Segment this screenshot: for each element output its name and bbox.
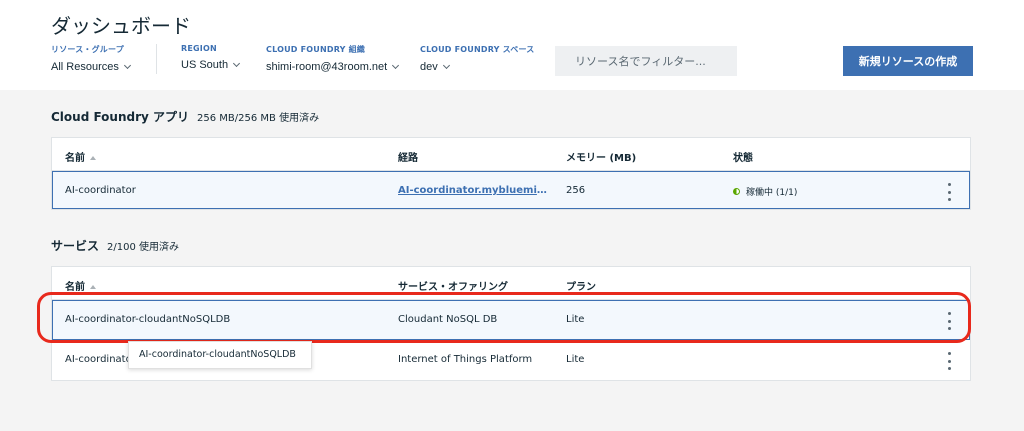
sort-ascending-icon <box>90 285 96 289</box>
app-status-label: 稼働中 (1/1) <box>746 188 798 198</box>
running-status-icon <box>733 188 740 195</box>
cf-org-value: shimi-room@43room.net <box>266 61 388 73</box>
cf-space-filter[interactable]: CLOUD FOUNDRY スペース dev <box>420 44 534 76</box>
column-header-name[interactable]: 名前 <box>65 149 96 164</box>
name-tooltip: AI-coordinator-cloudantNoSQLDB <box>128 341 312 369</box>
apps-usage: 256 MB/256 MB 使用済み <box>197 113 320 124</box>
filter-divider <box>156 44 157 74</box>
column-header-name[interactable]: 名前 <box>65 278 96 293</box>
overflow-menu-icon[interactable] <box>944 352 954 370</box>
service-name[interactable]: AI-coordinator-cloudantNoSQLDB <box>65 314 230 325</box>
apps-table: 名前 経路 メモリー (MB) 状態 AI-coordinator AI-coo… <box>51 137 971 210</box>
resource-filter-input[interactable] <box>555 46 737 76</box>
overflow-menu-icon[interactable] <box>944 312 954 330</box>
region-filter[interactable]: REGION US South <box>181 44 241 76</box>
app-memory: 256 <box>566 185 586 196</box>
apps-table-header: 名前 経路 メモリー (MB) 状態 <box>52 138 970 171</box>
service-plan: Lite <box>566 314 585 325</box>
region-value: US South <box>181 59 229 71</box>
column-header-memory[interactable]: メモリー (MB) <box>566 149 636 164</box>
table-row[interactable]: AI-coordinator AI-coordinator.mybluemix.… <box>52 171 970 209</box>
region-label: REGION <box>181 44 217 53</box>
app-route-link[interactable]: AI-coordinator.mybluemix.net <box>398 185 548 196</box>
service-name[interactable]: AI-coordinator-iotf-service <box>65 354 135 365</box>
apps-title: Cloud Foundry アプリ <box>51 110 190 124</box>
sort-ascending-icon <box>90 156 96 160</box>
column-header-status[interactable]: 状態 <box>733 149 753 164</box>
chevron-down-icon <box>442 61 450 70</box>
region-dropdown[interactable]: US South <box>181 59 241 71</box>
cf-org-filter[interactable]: CLOUD FOUNDRY 組織 shimi-room@43room.net <box>266 44 400 76</box>
app-status: 稼働中 (1/1) <box>733 185 797 198</box>
column-header-plan[interactable]: プラン <box>566 278 596 293</box>
services-section-title: サービス 2/100 使用済み <box>51 237 179 254</box>
resource-group-filter[interactable]: リソース・グループ All Resources <box>51 44 131 76</box>
resource-group-value: All Resources <box>51 61 119 73</box>
column-header-route[interactable]: 経路 <box>398 149 418 164</box>
app-name[interactable]: AI-coordinator <box>65 185 136 196</box>
create-resource-button[interactable]: 新規リソースの作成 <box>843 46 973 76</box>
overflow-menu-icon[interactable] <box>944 183 954 201</box>
cf-space-label: CLOUD FOUNDRY スペース <box>420 45 535 54</box>
services-usage: 2/100 使用済み <box>107 242 180 253</box>
cf-space-value: dev <box>420 61 438 73</box>
cf-org-dropdown[interactable]: shimi-room@43room.net <box>266 61 400 73</box>
page-title: ダッシュボード <box>51 14 191 38</box>
cf-space-dropdown[interactable]: dev <box>420 61 534 73</box>
resource-group-dropdown[interactable]: All Resources <box>51 61 131 73</box>
service-offering: Cloudant NoSQL DB <box>398 314 498 325</box>
chevron-down-icon <box>233 59 241 68</box>
chevron-down-icon <box>123 61 131 70</box>
services-title: サービス <box>51 239 100 253</box>
service-offering: Internet of Things Platform <box>398 354 533 365</box>
table-row[interactable]: AI-coordinator-cloudantNoSQLDB Cloudant … <box>52 300 970 340</box>
service-plan: Lite <box>566 354 585 365</box>
column-header-name-label: 名前 <box>65 282 85 293</box>
services-table-header: 名前 サービス・オファリング プラン <box>52 267 970 300</box>
apps-section-title: Cloud Foundry アプリ 256 MB/256 MB 使用済み <box>51 108 319 125</box>
resource-group-label: リソース・グループ <box>51 45 124 54</box>
column-header-offering[interactable]: サービス・オファリング <box>398 278 508 293</box>
chevron-down-icon <box>392 61 400 70</box>
cf-org-label: CLOUD FOUNDRY 組織 <box>266 45 366 54</box>
column-header-name-label: 名前 <box>65 153 85 164</box>
page-header: ダッシュボード リソース・グループ All Resources REGION U… <box>0 0 1024 90</box>
